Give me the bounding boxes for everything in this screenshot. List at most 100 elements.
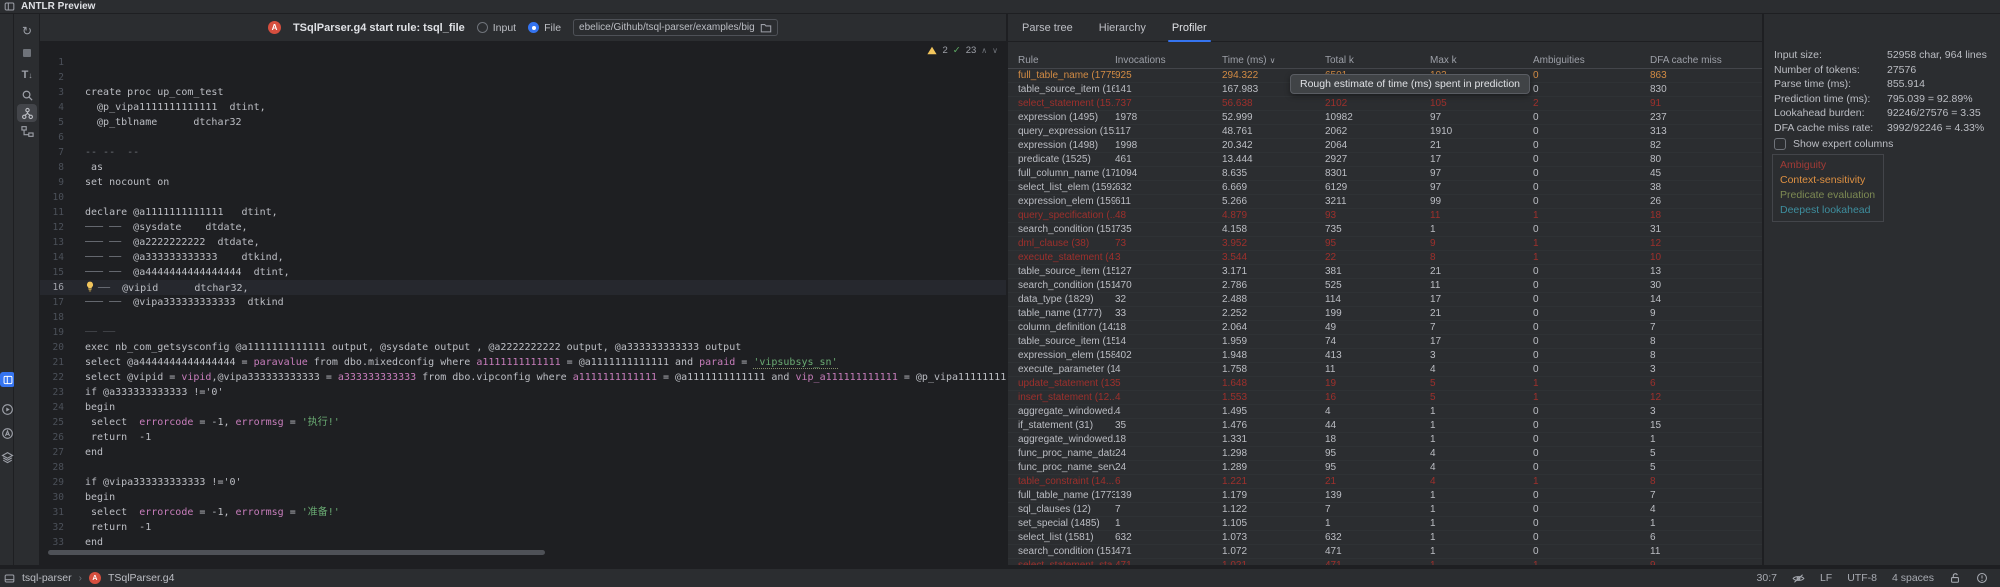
profiler-row[interactable]: func_proc_name_data...241.29895405 xyxy=(1008,447,1762,461)
code-line[interactable]: 18 xyxy=(40,310,1006,325)
profiler-row[interactable]: dml_clause (38)733.952959112 xyxy=(1008,237,1762,251)
profiler-row[interactable]: execute_parameter (1...41.75811403 xyxy=(1008,363,1762,377)
profiler-row[interactable]: expression (1495)197852.99910982970237 xyxy=(1008,111,1762,125)
code-line[interactable]: 27end xyxy=(40,445,1006,460)
hierarchy-tree-icon[interactable] xyxy=(17,122,37,140)
code-line[interactable]: 26 return -1 xyxy=(40,430,1006,445)
unlock-icon[interactable] xyxy=(1949,572,1961,584)
code-line[interactable]: 29if @vipa333333333333 !='0' xyxy=(40,475,1006,490)
profiler-row[interactable]: insert_statement (12...41.553165112 xyxy=(1008,391,1762,405)
expert-columns-checkbox[interactable] xyxy=(1774,138,1786,150)
profiler-row[interactable]: search_condition (1516)4711.0724711011 xyxy=(1008,545,1762,559)
code-line[interactable]: 15─── ── @a4444444444444444 dtint, xyxy=(40,265,1006,280)
profiler-row[interactable]: select_list_elem (1592)6326.669612997038 xyxy=(1008,181,1762,195)
code-line[interactable]: 11declare @a1111111111111 dtint, xyxy=(40,205,1006,220)
folder-icon[interactable] xyxy=(760,22,772,34)
code-line[interactable]: 28 xyxy=(40,460,1006,475)
profiler-row[interactable]: table_source_item (15...141.959741708 xyxy=(1008,335,1762,349)
breadcrumb-file[interactable]: TSqlParser.g4 xyxy=(108,572,175,584)
profiler-row[interactable]: aggregate_windowed...181.33118101 xyxy=(1008,433,1762,447)
profiler-row[interactable]: expression_elem (1590)6115.266321199026 xyxy=(1008,195,1762,209)
input-radio[interactable] xyxy=(477,22,488,33)
code-line[interactable]: 2 xyxy=(40,70,1006,85)
file-radio-group[interactable]: File xyxy=(528,22,561,34)
profiler-row[interactable]: column_definition (1421)182.06449707 xyxy=(1008,321,1762,335)
column-header[interactable]: Invocations xyxy=(1115,52,1222,68)
profiler-row[interactable]: expression_elem (1589)4021.948413308 xyxy=(1008,349,1762,363)
code-line[interactable]: 1 xyxy=(40,55,1006,70)
profiler-row[interactable]: query_specification (...484.8799311118 xyxy=(1008,209,1762,223)
profiler-row[interactable]: full_column_name (17...10948.63583019704… xyxy=(1008,167,1762,181)
profiler-table-header[interactable]: RuleInvocationsTime (ms)∨Total kMax kAmb… xyxy=(1008,52,1762,69)
stop-icon[interactable] xyxy=(17,44,37,62)
code-line[interactable]: 31 select errorcode = -1, errormsg = '准备… xyxy=(40,505,1006,520)
profiler-row[interactable]: data_type (1829)322.48811417014 xyxy=(1008,293,1762,307)
tab-hierarchy[interactable]: Hierarchy xyxy=(1099,14,1146,42)
prev-problem-icon[interactable]: ∧ xyxy=(981,46,987,55)
profiler-row[interactable]: if_statement (31)351.476441015 xyxy=(1008,419,1762,433)
column-header[interactable]: Rule xyxy=(1008,52,1115,68)
profiler-row[interactable]: aggregate_windowed...41.4954103 xyxy=(1008,405,1762,419)
search-icon[interactable] xyxy=(17,86,37,104)
code-line[interactable]: 7-- -- -- xyxy=(40,145,1006,160)
profiler-row[interactable]: query_expression (1527)11748.76120621910… xyxy=(1008,125,1762,139)
profiler-row[interactable]: func_proc_name_serv...241.28995405 xyxy=(1008,461,1762,475)
notifications-icon[interactable] xyxy=(1976,572,1988,584)
code-line[interactable]: 5 @p_tblname dtchar32 xyxy=(40,115,1006,130)
code-line[interactable]: 6 xyxy=(40,130,1006,145)
input-file-field[interactable]: ebelice/Github/tsql-parser/examples/big.… xyxy=(573,19,778,36)
antlr-tool-stripe-icon[interactable] xyxy=(0,426,14,440)
indent-widget[interactable]: 4 spaces xyxy=(1892,572,1934,584)
code-editor[interactable]: 123create proc up_com_test4 @p_vipa11111… xyxy=(40,42,1006,565)
profiler-row[interactable]: set_special (1485)11.1051101 xyxy=(1008,517,1762,531)
code-line[interactable]: 16── @vipid dtchar32, xyxy=(40,280,1006,295)
column-header[interactable]: DFA cache miss xyxy=(1650,52,1762,68)
run-tool-stripe-icon[interactable] xyxy=(0,402,14,416)
column-header[interactable]: Time (ms)∨ xyxy=(1222,52,1325,68)
column-header[interactable]: Ambiguities xyxy=(1533,52,1650,68)
encoding-widget[interactable]: UTF-8 xyxy=(1847,572,1877,584)
column-header[interactable]: Total k xyxy=(1325,52,1430,68)
profiler-row[interactable]: search_condition (1519)7354.1587351031 xyxy=(1008,223,1762,237)
intention-bulb-icon[interactable] xyxy=(85,280,98,295)
profiler-row[interactable]: update_statement (13...51.64819516 xyxy=(1008,377,1762,391)
code-line[interactable]: 22select @vipid = vipid,@vipa33333333333… xyxy=(40,370,1006,385)
code-line[interactable]: 19── ── xyxy=(40,325,1006,340)
tab-profiler[interactable]: Profiler xyxy=(1172,14,1207,42)
panel-corner-icon[interactable] xyxy=(4,573,15,584)
inspection-widget[interactable]: 2 ✓ 23 ∧ ∨ xyxy=(927,45,998,56)
input-radio-group[interactable]: Input xyxy=(477,22,516,34)
profiler-row[interactable]: execute_statement (4...33.544228110 xyxy=(1008,251,1762,265)
profiler-row[interactable]: full_table_name (1773)1391.179139107 xyxy=(1008,489,1762,503)
code-line[interactable]: 12─── ── @sysdate dtdate, xyxy=(40,220,1006,235)
profiler-row[interactable]: expression (1498)199820.342206421082 xyxy=(1008,139,1762,153)
code-line[interactable]: 3create proc up_com_test xyxy=(40,85,1006,100)
code-line[interactable]: 17─── ── @vipa333333333333 dtkind xyxy=(40,295,1006,310)
code-line[interactable]: 8 as xyxy=(40,160,1006,175)
tab-parse-tree[interactable]: Parse tree xyxy=(1022,14,1073,42)
horizontal-scrollbar[interactable] xyxy=(48,550,545,555)
code-line[interactable]: 10 xyxy=(40,190,1006,205)
scroll-to-source-icon[interactable]: T↓ xyxy=(17,66,37,84)
profiler-row[interactable]: table_constraint (14...61.22121418 xyxy=(1008,475,1762,489)
file-radio[interactable] xyxy=(528,22,539,33)
next-problem-icon[interactable]: ∨ xyxy=(992,46,998,55)
profiler-row[interactable]: sql_clauses (12)71.1227104 xyxy=(1008,503,1762,517)
code-line[interactable]: 4 @p_vipa1111111111111 dtint, xyxy=(40,100,1006,115)
code-line[interactable]: 33end xyxy=(40,535,1006,550)
code-line[interactable]: 13─── ── @a2222222222 dtdate, xyxy=(40,235,1006,250)
column-header[interactable]: Max k xyxy=(1430,52,1533,68)
antlr-preview-stripe-button[interactable] xyxy=(0,372,15,387)
code-line[interactable]: 20exec nb_com_getsysconfig @a11111111111… xyxy=(40,340,1006,355)
profiler-row[interactable]: predicate (1525)46113.444292717080 xyxy=(1008,153,1762,167)
code-line[interactable]: 24begin xyxy=(40,400,1006,415)
code-line[interactable]: 30begin xyxy=(40,490,1006,505)
caret-position[interactable]: 30:7 xyxy=(1757,572,1777,584)
line-ending-widget[interactable]: LF xyxy=(1820,572,1832,584)
layers-stripe-icon[interactable] xyxy=(0,450,14,464)
refresh-icon[interactable]: ↻ xyxy=(17,22,37,40)
profiler-row[interactable]: search_condition (1517)4702.78652511030 xyxy=(1008,279,1762,293)
breadcrumb-project[interactable]: tsql-parser xyxy=(22,572,72,584)
profiler-row[interactable]: select_statement (15...73756.63821021052… xyxy=(1008,97,1762,111)
code-line[interactable]: 23if @a333333333333 !='0' xyxy=(40,385,1006,400)
